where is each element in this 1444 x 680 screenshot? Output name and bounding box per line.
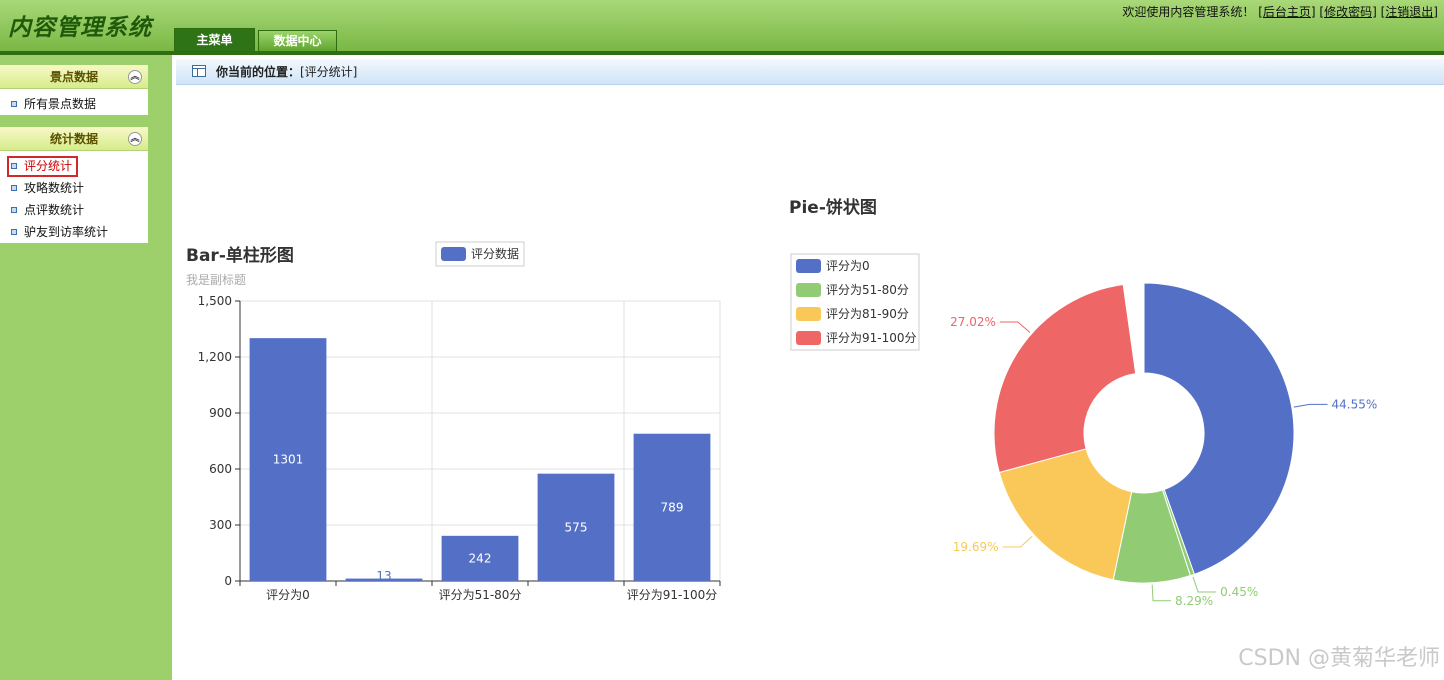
top-header: 内容管理系统 主菜单 数据中心 欢迎使用内容管理系统！ [后台主页] [修改密码… xyxy=(0,0,1444,55)
panel-header[interactable]: 景点数据 ︽ xyxy=(0,65,148,89)
bar-value-label: 789 xyxy=(661,500,684,514)
x-tick-label: 评分为91-100分 xyxy=(627,588,718,602)
sidebar-item-label: 攻略数统计 xyxy=(24,181,85,195)
pie-slice-label: 8.29% xyxy=(1175,594,1213,608)
y-tick-label: 1,200 xyxy=(198,350,232,364)
y-tick-label: 600 xyxy=(209,462,232,476)
pie-legend[interactable]: 评分为0 评分为51-80分评分为81-90分评分为91-100分 xyxy=(790,253,920,351)
label-leader xyxy=(1293,403,1328,408)
app-logo: 内容管理系统 xyxy=(8,14,152,41)
y-tick-label: 900 xyxy=(209,406,232,420)
legend-swatch xyxy=(441,247,466,261)
legend-swatch xyxy=(796,331,821,345)
breadcrumb-value: [评分统计] xyxy=(300,65,358,79)
bullet-icon xyxy=(11,207,17,213)
bar-chart: Bar-单柱形图 我是副标题 评分数据 0 300 600 900 1,200 1,500… xyxy=(186,241,721,602)
bullet-icon xyxy=(11,185,17,191)
sidebar-item-review-stats[interactable]: 点评数统计 xyxy=(0,199,148,221)
pie-slice-label: 27.02% xyxy=(950,315,996,329)
sidebar-item-label: 点评数统计 xyxy=(24,203,85,217)
legend-label: 评分为51-80分 xyxy=(826,283,909,297)
x-tick-label: 评分为0 xyxy=(266,588,310,602)
top-links: 欢迎使用内容管理系统！ [后台主页] [修改密码] [注销退出] xyxy=(1122,3,1438,20)
bar-legend[interactable]: 评分数据 xyxy=(435,241,525,267)
sidebar-item-rating-stats[interactable]: 评分统计 xyxy=(0,155,148,177)
panel-statistics: 统计数据 ︽ 评分统计 攻略数统计 点评数统计 驴友到访率统计 xyxy=(0,127,148,243)
bar-value-label: 575 xyxy=(565,520,588,534)
label-leader xyxy=(999,321,1031,333)
sidebar-item-all-scenic[interactable]: 所有景点数据 xyxy=(0,93,148,115)
header-divider xyxy=(0,51,1444,55)
bar-value-label: 13 xyxy=(376,569,391,583)
tab-main-menu[interactable]: 主菜单 xyxy=(174,28,255,52)
x-tick-label: 评分为51-80分 xyxy=(439,588,522,602)
watermark: CSDN @黄菊华老师 xyxy=(1238,646,1440,671)
legend-label: 评分为81-90分 xyxy=(826,307,909,321)
active-highlight xyxy=(7,156,78,177)
logout-link[interactable]: [注销退出] xyxy=(1381,5,1438,19)
sidebar-item-guide-stats[interactable]: 攻略数统计 xyxy=(0,177,148,199)
y-tick-label: 0 xyxy=(224,574,232,588)
panel-scenic-data: 景点数据 ︽ 所有景点数据 xyxy=(0,65,148,115)
home-link[interactable]: [后台主页] xyxy=(1258,5,1315,19)
panel-title: 景点数据 xyxy=(49,70,98,84)
collapse-icon[interactable]: ︽ xyxy=(128,70,142,84)
collapse-icon[interactable]: ︽ xyxy=(128,132,142,146)
pie-chart-title: Pie-饼状图 xyxy=(789,197,877,218)
sidebar-item-visit-stats[interactable]: 驴友到访率统计 xyxy=(0,221,148,243)
y-tick-label: 1,500 xyxy=(198,294,232,308)
welcome-text: 欢迎使用内容管理系统！ xyxy=(1122,5,1255,19)
bar-value-label: 1301 xyxy=(273,453,304,467)
legend-swatch xyxy=(796,307,821,321)
pie-slice-label: 44.55% xyxy=(1332,397,1378,411)
label-leader xyxy=(1151,584,1172,602)
bar-value-label: 242 xyxy=(469,551,492,565)
legend-label: 评分数据 xyxy=(471,246,519,261)
legend-swatch xyxy=(796,283,821,297)
panel-title: 统计数据 xyxy=(49,132,98,146)
label-leader xyxy=(1192,576,1217,593)
y-tick-label: 300 xyxy=(209,518,232,532)
bullet-icon xyxy=(11,163,17,169)
pie-chart: Pie-饼状图 评分为0 评分为51-80分评分为81-90分评分为91-100分… xyxy=(789,197,1378,608)
bullet-icon xyxy=(11,101,17,107)
sidebar: 景点数据 ︽ 所有景点数据 统计数据 ︽ 评分统计 攻略数统计 点评数统计 驴友… xyxy=(0,55,172,680)
pie-slice-label: 0.45% xyxy=(1220,585,1258,599)
legend-label: 评分为91-100分 xyxy=(826,331,917,345)
breadcrumb-label: 你当前的位置： xyxy=(216,65,301,79)
pie-slice[interactable] xyxy=(975,283,1147,474)
change-password-link[interactable]: [修改密码] xyxy=(1319,5,1376,19)
pie-slice-label: 19.69% xyxy=(953,540,999,554)
bar-chart-title: Bar-单柱形图 xyxy=(186,245,294,266)
legend-label: 评分为0 xyxy=(826,259,870,273)
tab-data-center[interactable]: 数据中心 xyxy=(258,30,337,52)
panel-header[interactable]: 统计数据 ︽ xyxy=(0,127,148,151)
sidebar-item-label: 驴友到访率统计 xyxy=(24,225,109,239)
layout-icon xyxy=(192,65,206,77)
legend-swatch xyxy=(796,259,821,273)
bullet-icon xyxy=(11,229,17,235)
breadcrumb: 你当前的位置： [评分统计] xyxy=(176,59,1444,85)
bar-chart-subtitle: 我是副标题 xyxy=(186,273,246,287)
sidebar-item-label: 所有景点数据 xyxy=(24,97,97,111)
label-leader xyxy=(1002,535,1033,548)
